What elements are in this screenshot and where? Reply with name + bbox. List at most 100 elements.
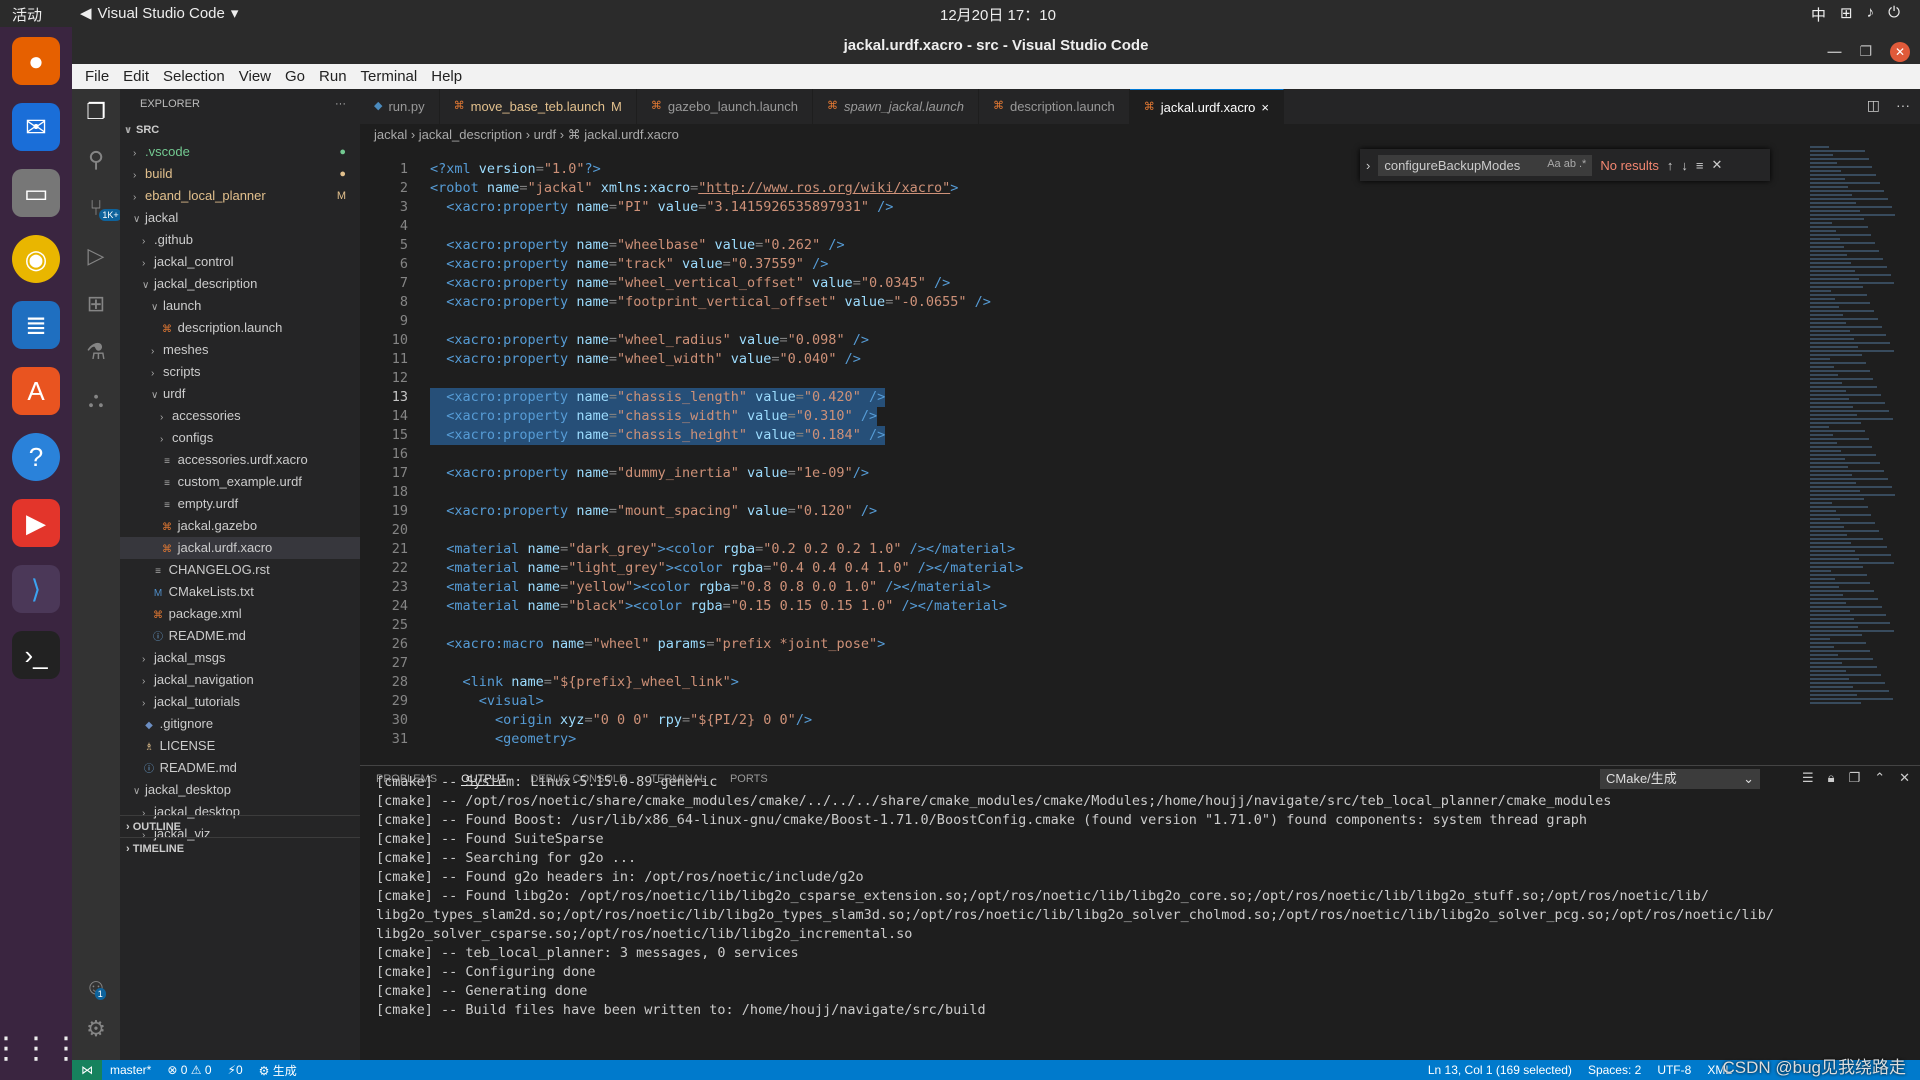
account-icon[interactable]: ☺ 1 (85, 974, 107, 1000)
problems-indicator[interactable]: ⊗ 0 ⚠ 0 (159, 1063, 219, 1077)
close-icon[interactable]: × (1261, 90, 1269, 125)
minimap[interactable] (1810, 146, 1906, 706)
cursor-position[interactable]: Ln 13, Col 1 (169 selected) (1420, 1063, 1580, 1077)
tree-file[interactable]: ≡ CHANGELOG.rst (120, 559, 360, 581)
tree-folder[interactable]: › eband_local_planner M (120, 185, 360, 207)
minimap-line (1810, 510, 1836, 512)
run-debug-icon[interactable]: ▷ (88, 243, 105, 269)
build-button[interactable]: ⚙ 生成 (251, 1062, 305, 1079)
menu-edit[interactable]: Edit (116, 68, 156, 85)
timeline-section[interactable]: › TIMELINE (120, 837, 360, 859)
tree-file[interactable]: ⓘ README.md (120, 757, 360, 779)
tree-folder[interactable]: ∨ jackal_description (120, 273, 360, 295)
tree-folder[interactable]: ∨ urdf (120, 383, 360, 405)
menu-view[interactable]: View (232, 68, 278, 85)
file-file-icon: ≡ (164, 500, 170, 511)
tab-run-py[interactable]: ◆ run.py (360, 89, 440, 124)
vscode-dock-icon[interactable]: ⟩ (12, 565, 60, 613)
chevron-right-icon: › (151, 368, 155, 379)
ime-indicator[interactable]: 中 (1811, 4, 1826, 25)
tree-file[interactable]: ⓘ README.md (120, 625, 360, 647)
tree-folder[interactable]: › jackal_msgs (120, 647, 360, 669)
split-editor-icon[interactable]: ◫ (1867, 97, 1880, 114)
help-icon[interactable]: ? (12, 433, 60, 481)
menu-selection[interactable]: Selection (156, 68, 232, 85)
tab-spawn-jackal-launch[interactable]: ⌘ spawn_jackal.launch (813, 89, 979, 124)
workspace-root[interactable]: ∨ SRC (120, 119, 360, 141)
tree-file[interactable]: ⌘ package.xml (120, 603, 360, 625)
tree-file[interactable]: ⌘ description.launch (120, 317, 360, 339)
minimap-line (1810, 350, 1894, 352)
thunderbird-icon[interactable]: ✉ (12, 103, 60, 151)
tree-file[interactable]: ⌘ jackal.gazebo (120, 515, 360, 537)
close-panel-icon[interactable]: ✕ (1899, 770, 1910, 786)
more-actions-icon[interactable]: ··· (335, 89, 346, 119)
tree-folder[interactable]: › build ● (120, 163, 360, 185)
menu-run[interactable]: Run (312, 68, 354, 85)
terminal-icon[interactable]: ›_ (12, 631, 60, 679)
tree-folder[interactable]: › configs (120, 427, 360, 449)
clock[interactable]: 12月20日 17：10 (940, 4, 1056, 25)
testing-icon[interactable]: ⚗ (86, 339, 106, 365)
tree-folder[interactable]: › jackal_navigation (120, 669, 360, 691)
tree-file[interactable]: ◆ .gitignore (120, 713, 360, 735)
tree-file[interactable]: ⌘ jackal.urdf.xacro (120, 537, 360, 559)
menu-help[interactable]: Help (424, 68, 469, 85)
output-log[interactable]: [cmake] -- System: Linux-5.15.0-89-gener… (376, 773, 1880, 1020)
wps-icon[interactable]: ▶ (12, 499, 60, 547)
tree-folder[interactable]: › scripts (120, 361, 360, 383)
tree-folder[interactable]: › .github (120, 229, 360, 251)
tree-folder[interactable]: › meshes (120, 339, 360, 361)
tree-folder[interactable]: › jackal_control (120, 251, 360, 273)
tab-jackal-urdf-xacro[interactable]: ⌘ jackal.urdf.xacro × (1129, 89, 1285, 125)
explorer-icon[interactable]: ❐ (86, 99, 106, 125)
outline-section[interactable]: › OUTLINE (120, 815, 360, 837)
indentation[interactable]: Spaces: 2 (1580, 1063, 1649, 1077)
menu-terminal[interactable]: Terminal (354, 68, 425, 85)
extensions-icon[interactable]: ⊞ (87, 291, 105, 317)
tree-folder[interactable]: › .vscode ● (120, 141, 360, 163)
code-editor[interactable]: 1 <?xml version="1.0"?> 2 <robot name="jack… (360, 160, 1810, 749)
code-token: ?> (584, 161, 601, 177)
tree-file[interactable]: M CMakeLists.txt (120, 581, 360, 603)
activities-button[interactable]: 活动 (12, 4, 42, 25)
firefox-icon[interactable]: ● (12, 37, 60, 85)
code-token: = (795, 427, 804, 443)
ports-indicator[interactable]: ⚡0 (220, 1063, 251, 1077)
code-line: 25 (360, 616, 1810, 635)
tree-file[interactable]: ≡ custom_example.urdf (120, 471, 360, 493)
tree-file[interactable]: ≡ empty.urdf (120, 493, 360, 515)
maximize-icon[interactable]: ❐ (1859, 33, 1872, 70)
menu-file[interactable]: File (78, 68, 116, 85)
minimize-icon[interactable]: — (1827, 33, 1841, 70)
rhythmbox-icon[interactable]: ◉ (12, 235, 60, 283)
app-center-icon[interactable]: A (12, 367, 60, 415)
system-tray[interactable]: 中 ⊞ ♪ ⏻ (1811, 4, 1900, 25)
tree-folder[interactable]: ∨ launch (120, 295, 360, 317)
writer-icon[interactable]: ≣ (12, 301, 60, 349)
tab-gazebo-launch-launch[interactable]: ⌘ gazebo_launch.launch (637, 89, 813, 124)
app-menu[interactable]: ◀ Visual Studio Code ▾ (80, 4, 238, 23)
settings-gear-icon[interactable]: ⚙ (86, 1016, 106, 1042)
branch-indicator[interactable]: master* (102, 1063, 159, 1077)
more-icon[interactable]: ··· (1896, 97, 1910, 114)
remote-icon[interactable]: ⋈ (72, 1060, 102, 1080)
tree-file[interactable]: ♗ LICENSE (120, 735, 360, 757)
tab-move-base-teb-launch[interactable]: ⌘ move_base_teb.launch M (440, 89, 637, 124)
tree-folder[interactable]: › jackal_tutorials (120, 691, 360, 713)
menu-go[interactable]: Go (278, 68, 312, 85)
files-icon[interactable]: ▭ (12, 169, 60, 217)
tree-file[interactable]: ≡ accessories.urdf.xacro (120, 449, 360, 471)
tab-description-launch[interactable]: ⌘ description.launch (979, 89, 1130, 124)
show-apps-icon[interactable]: ⋮⋮⋮ (0, 1031, 81, 1066)
encoding[interactable]: UTF-8 (1649, 1063, 1699, 1077)
search-icon[interactable]: ⚲ (88, 147, 104, 173)
tree-folder[interactable]: › accessories (120, 405, 360, 427)
close-icon[interactable]: ✕ (1890, 41, 1910, 62)
tree-folder[interactable]: ∨ jackal_desktop (120, 779, 360, 801)
code-line: 15 <xacro:property name="chassis_height"… (360, 426, 1810, 445)
tree-folder[interactable]: ∨ jackal (120, 207, 360, 229)
breadcrumb[interactable]: jackal › jackal_description › urdf › ⌘ j… (360, 124, 1920, 146)
source-control-icon[interactable]: ⑂ 1K+ (89, 195, 122, 221)
ros-icon[interactable]: ⛬ (88, 387, 103, 413)
